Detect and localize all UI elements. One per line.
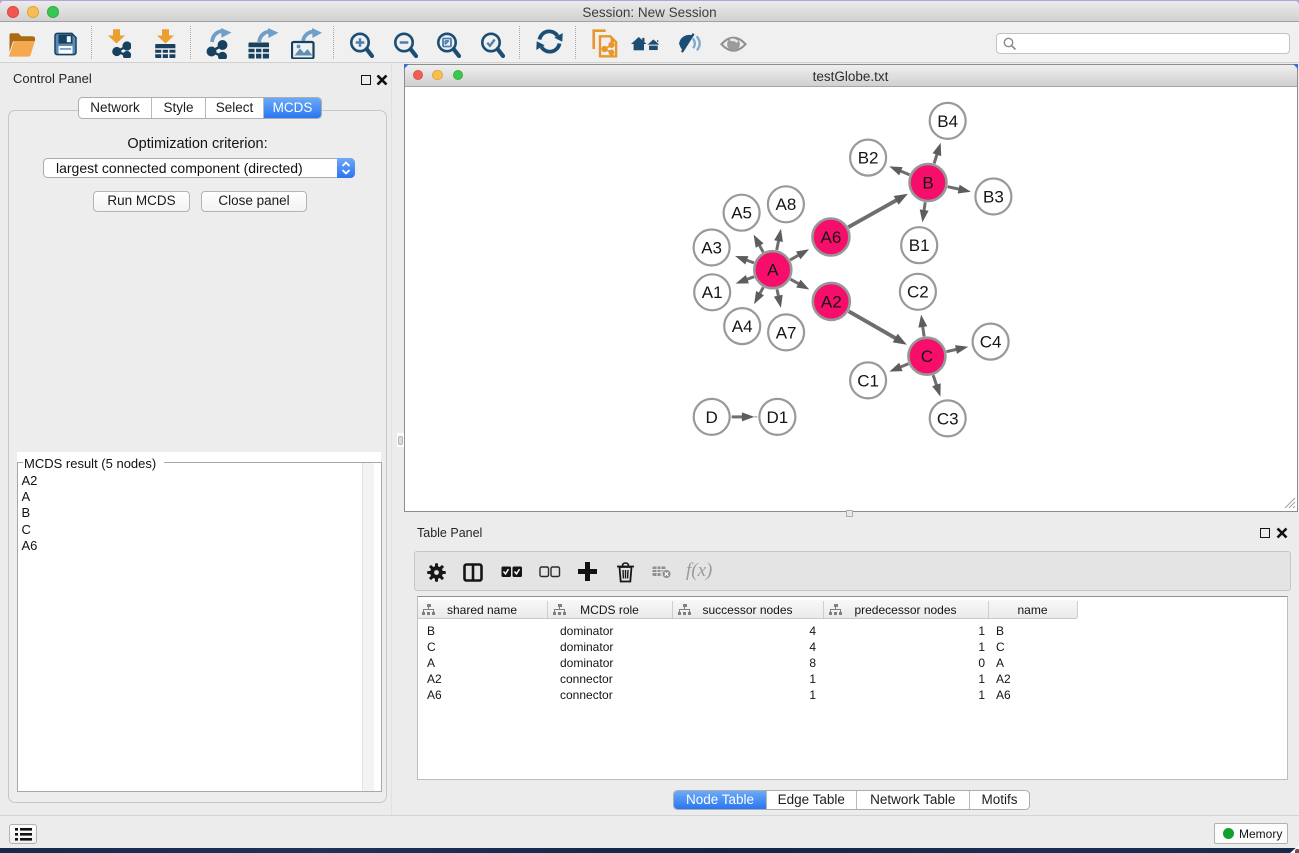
svg-text:B1: B1 — [908, 236, 929, 255]
svg-text:A3: A3 — [701, 238, 722, 257]
svg-text:C1: C1 — [857, 371, 879, 390]
svg-text:A7: A7 — [775, 323, 796, 342]
svg-text:B2: B2 — [857, 149, 878, 168]
svg-text:A6: A6 — [820, 228, 841, 247]
svg-text:D1: D1 — [766, 408, 788, 427]
svg-text:B3: B3 — [983, 187, 1004, 206]
svg-text:A1: A1 — [701, 283, 722, 302]
svg-text:B4: B4 — [937, 112, 958, 131]
svg-text:A8: A8 — [775, 195, 796, 214]
svg-text:D: D — [705, 408, 717, 427]
svg-text:A: A — [767, 261, 779, 280]
svg-text:C3: C3 — [936, 409, 958, 428]
svg-text:C2: C2 — [907, 283, 929, 302]
svg-text:A2: A2 — [820, 292, 841, 311]
svg-text:A4: A4 — [731, 317, 752, 336]
svg-text:C4: C4 — [979, 333, 1001, 352]
svg-text:C: C — [920, 347, 932, 366]
svg-text:A5: A5 — [731, 204, 752, 223]
svg-text:B: B — [922, 173, 933, 192]
